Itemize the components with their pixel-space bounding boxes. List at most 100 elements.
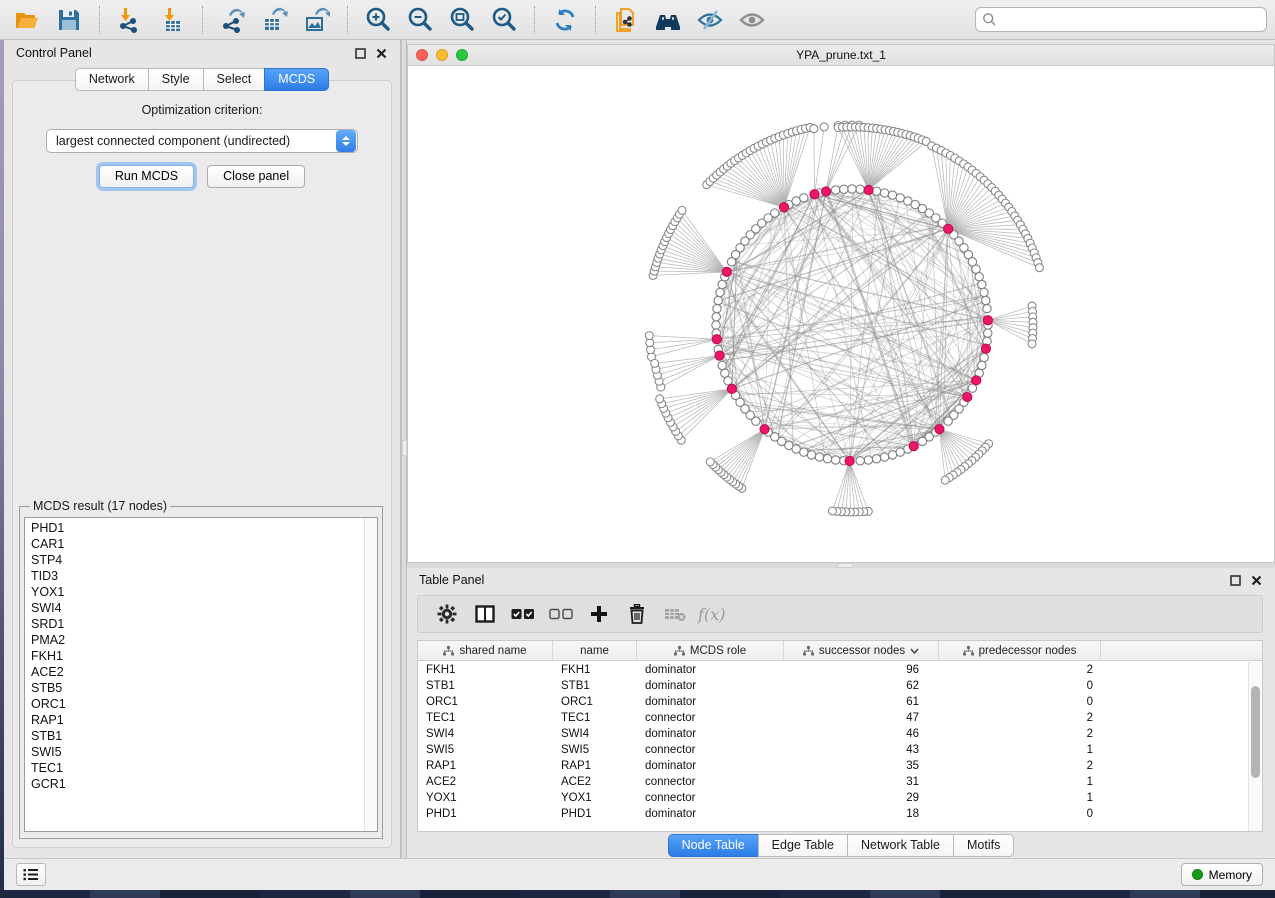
mcds-result-item[interactable]: STB5 — [31, 680, 364, 696]
mcds-result-item[interactable]: CAR1 — [31, 536, 364, 552]
horizontal-splitter[interactable] — [407, 563, 1275, 568]
network-canvas[interactable] — [408, 66, 1274, 562]
table-settings-button[interactable] — [428, 598, 466, 630]
mcds-result-item[interactable]: YOX1 — [31, 584, 364, 600]
select-all-button[interactable] — [504, 598, 542, 630]
control-panel-title: Control Panel — [16, 46, 346, 60]
tab-mcds[interactable]: MCDS — [264, 68, 329, 91]
function-builder-button[interactable]: f(x) — [694, 605, 725, 624]
close-panel-icon[interactable] — [1250, 574, 1263, 587]
float-panel-icon[interactable] — [1229, 574, 1242, 587]
column-header-shared-name[interactable]: shared name — [418, 641, 553, 660]
window-minimize-icon[interactable] — [436, 49, 448, 61]
mcds-result-item[interactable]: ORC1 — [31, 696, 364, 712]
show-hidden-button[interactable] — [733, 3, 771, 37]
mcds-result-item[interactable]: SWI5 — [31, 744, 364, 760]
run-mcds-button[interactable]: Run MCDS — [99, 165, 194, 188]
table-cell: 43 — [784, 742, 939, 758]
toolbar-separator — [595, 6, 596, 34]
tab-select[interactable]: Select — [203, 68, 266, 91]
export-table-button[interactable] — [256, 3, 294, 37]
column-header-MCDS-role[interactable]: MCDS role — [637, 641, 784, 660]
table-row[interactable]: ACE2ACE2connector311 — [418, 774, 1248, 790]
splitter-grip[interactable] — [837, 563, 853, 568]
tab-edge-table[interactable]: Edge Table — [758, 834, 848, 857]
zoom-out-button[interactable] — [401, 3, 439, 37]
network-graph[interactable] — [408, 66, 1274, 562]
table-row[interactable]: FKH1FKH1dominator962 — [418, 662, 1248, 678]
delete-column-button[interactable] — [618, 598, 656, 630]
mcds-result-group: MCDS result (17 nodes) PHD1CAR1STP4TID3Y… — [19, 499, 383, 839]
mcds-result-item[interactable]: STB1 — [31, 728, 364, 744]
mcds-result-item[interactable]: RAP1 — [31, 712, 364, 728]
table-cell: 0 — [939, 678, 1101, 694]
float-panel-icon[interactable] — [354, 47, 367, 60]
columns-icon — [475, 605, 495, 623]
table-cell: ORC1 — [418, 694, 553, 710]
table-row[interactable]: SWI5SWI5connector431 — [418, 742, 1248, 758]
mcds-list-scrollbar[interactable] — [364, 518, 377, 831]
binoculars-icon — [654, 7, 682, 33]
window-zoom-icon[interactable] — [456, 49, 468, 61]
table-row[interactable]: ORC1ORC1dominator610 — [418, 694, 1248, 710]
export-image-button[interactable] — [298, 3, 336, 37]
mcds-result-item[interactable]: PMA2 — [31, 632, 364, 648]
vertical-splitter[interactable] — [401, 40, 407, 858]
criterion-select[interactable]: largest connected component (undirected) — [46, 129, 358, 153]
mcds-result-item[interactable]: PHD1 — [31, 520, 364, 536]
column-layout-button[interactable] — [466, 598, 504, 630]
table-scrollbar[interactable] — [1248, 662, 1262, 831]
column-header-name[interactable]: name — [553, 641, 637, 660]
search-network-button[interactable] — [649, 3, 687, 37]
tab-network[interactable]: Network — [75, 68, 149, 91]
close-panel-button[interactable]: Close panel — [207, 165, 305, 188]
search-input[interactable] — [1001, 13, 1260, 27]
window-close-icon[interactable] — [416, 49, 428, 61]
table-row[interactable]: PHD1PHD1dominator180 — [418, 806, 1248, 822]
mcds-result-list[interactable]: PHD1CAR1STP4TID3YOX1SWI4SRD1PMA2FKH1ACE2… — [24, 517, 378, 832]
table-cell: dominator — [637, 758, 784, 774]
mcds-result-item[interactable]: ACE2 — [31, 664, 364, 680]
scrollbar-thumb[interactable] — [1251, 686, 1260, 778]
mcds-result-item[interactable]: SWI4 — [31, 600, 364, 616]
mcds-result-item[interactable]: TEC1 — [31, 760, 364, 776]
mcds-result-item[interactable]: STP4 — [31, 552, 364, 568]
add-column-button[interactable] — [580, 598, 618, 630]
network-titlebar[interactable]: YPA_prune.txt_1 — [408, 45, 1274, 66]
table-row[interactable]: STB1STB1dominator620 — [418, 678, 1248, 694]
tab-network-table[interactable]: Network Table — [847, 834, 954, 857]
open-file-button[interactable] — [8, 3, 46, 37]
close-panel-icon[interactable] — [375, 47, 388, 60]
delete-table-button[interactable] — [656, 598, 694, 630]
zoom-fit-button[interactable] — [443, 3, 481, 37]
import-network-button[interactable] — [111, 3, 149, 37]
column-header-predecessor-nodes[interactable]: predecessor nodes — [939, 641, 1101, 660]
mcds-result-item[interactable]: GCR1 — [31, 776, 364, 792]
table-row[interactable]: TEC1TEC1connector472 — [418, 710, 1248, 726]
save-session-button[interactable] — [50, 3, 88, 37]
hide-selected-button[interactable] — [691, 3, 729, 37]
deselect-all-button[interactable] — [542, 598, 580, 630]
refresh-layout-button[interactable] — [546, 3, 584, 37]
import-table-button[interactable] — [153, 3, 191, 37]
tab-motifs[interactable]: Motifs — [953, 834, 1014, 857]
table-row[interactable]: RAP1RAP1dominator352 — [418, 758, 1248, 774]
mcds-result-item[interactable]: TID3 — [31, 568, 364, 584]
zoom-selected-button[interactable] — [485, 3, 523, 37]
task-history-button[interactable] — [16, 863, 46, 886]
zoom-in-button[interactable] — [359, 3, 397, 37]
open-folder-icon — [14, 7, 40, 33]
column-header-successor-nodes[interactable]: successor nodes — [784, 641, 939, 660]
tab-node-table[interactable]: Node Table — [668, 834, 759, 857]
table-row[interactable]: SWI4SWI4dominator462 — [418, 726, 1248, 742]
clone-network-button[interactable] — [607, 3, 645, 37]
export-network-button[interactable] — [214, 3, 252, 37]
tab-style[interactable]: Style — [148, 68, 204, 91]
refresh-icon — [552, 7, 578, 33]
mcds-result-item[interactable]: SRD1 — [31, 616, 364, 632]
memory-button[interactable]: Memory — [1181, 863, 1263, 886]
table-row[interactable]: YOX1YOX1connector291 — [418, 790, 1248, 806]
network-search-box[interactable] — [975, 7, 1267, 32]
mcds-result-item[interactable]: FKH1 — [31, 648, 364, 664]
splitter-grip[interactable] — [402, 440, 407, 456]
